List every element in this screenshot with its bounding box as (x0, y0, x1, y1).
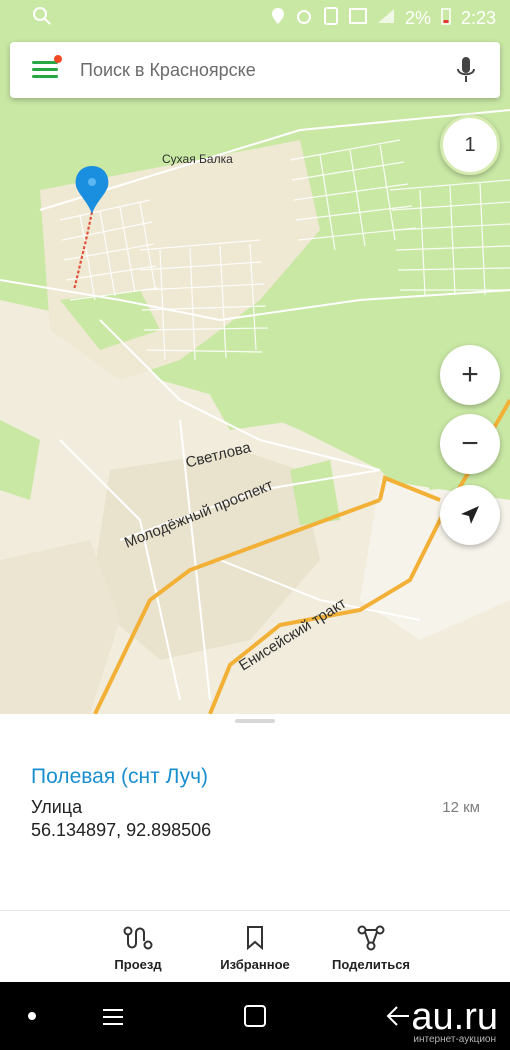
map-canvas[interactable] (0, 0, 510, 714)
nav-dot-icon[interactable] (28, 1012, 36, 1020)
clock: 2:23 (460, 7, 496, 28)
route-label: Проезд (114, 957, 162, 972)
route-icon (73, 923, 203, 953)
zoom-out-button[interactable]: − (440, 414, 500, 474)
battery-percent: 2% (404, 7, 431, 28)
place-card[interactable]: Полевая (снт Луч) Улица 56.134897, 92.89… (0, 714, 510, 910)
place-type: Улица (31, 797, 83, 817)
navigation-arrow-icon (461, 506, 479, 524)
search-status-icon (32, 6, 52, 31)
gallery-status-icon (348, 7, 367, 30)
phone-status-icon (323, 6, 339, 30)
map-view[interactable]: Сухая Балка Светлова Молодёжный проспект… (0, 0, 510, 714)
signal-status-icon (377, 8, 395, 29)
share-icon (306, 923, 436, 953)
map-label-sukhaya-balka: Сухая Балка (162, 152, 233, 166)
watermark-logo: au.ru (411, 996, 498, 1038)
location-status-icon (271, 7, 285, 30)
bookmark-icon (190, 923, 320, 953)
system-nav-bar: au.ru интернет-аукцион (0, 982, 510, 1050)
favorite-button[interactable]: Избранное (190, 923, 320, 972)
watermark-subtitle: интернет-аукцион (413, 1034, 496, 1045)
place-distance: 12 км (442, 799, 480, 816)
share-label: Поделиться (331, 957, 411, 972)
route-button[interactable]: Проезд (73, 923, 203, 972)
sheet-handle[interactable] (235, 719, 275, 723)
action-bar: Проезд Избранное Поделиться (0, 910, 510, 982)
favorite-label: Избранное (220, 957, 290, 972)
zoom-in-button[interactable]: + (440, 345, 500, 405)
layers-count-button[interactable]: 1 (440, 115, 500, 175)
battery-icon (441, 7, 451, 30)
place-title[interactable]: Полевая (снт Луч) (31, 765, 208, 789)
recent-apps-icon[interactable] (100, 1006, 126, 1033)
back-icon[interactable] (385, 1004, 411, 1033)
notification-dot (54, 55, 62, 63)
menu-icon[interactable] (32, 55, 62, 80)
place-coordinates: 56.134897, 92.898506 (31, 820, 212, 840)
share-button[interactable]: Поделиться (306, 923, 436, 972)
search-input[interactable]: Поиск в Красноярске (80, 60, 446, 81)
alarm-status-icon (295, 7, 313, 30)
search-bar[interactable]: Поиск в Красноярске (10, 42, 500, 98)
status-bar: 2% 2:23 (0, 0, 510, 36)
home-icon[interactable] (243, 1004, 267, 1033)
my-location-button[interactable] (440, 485, 500, 545)
microphone-icon[interactable] (446, 50, 486, 90)
